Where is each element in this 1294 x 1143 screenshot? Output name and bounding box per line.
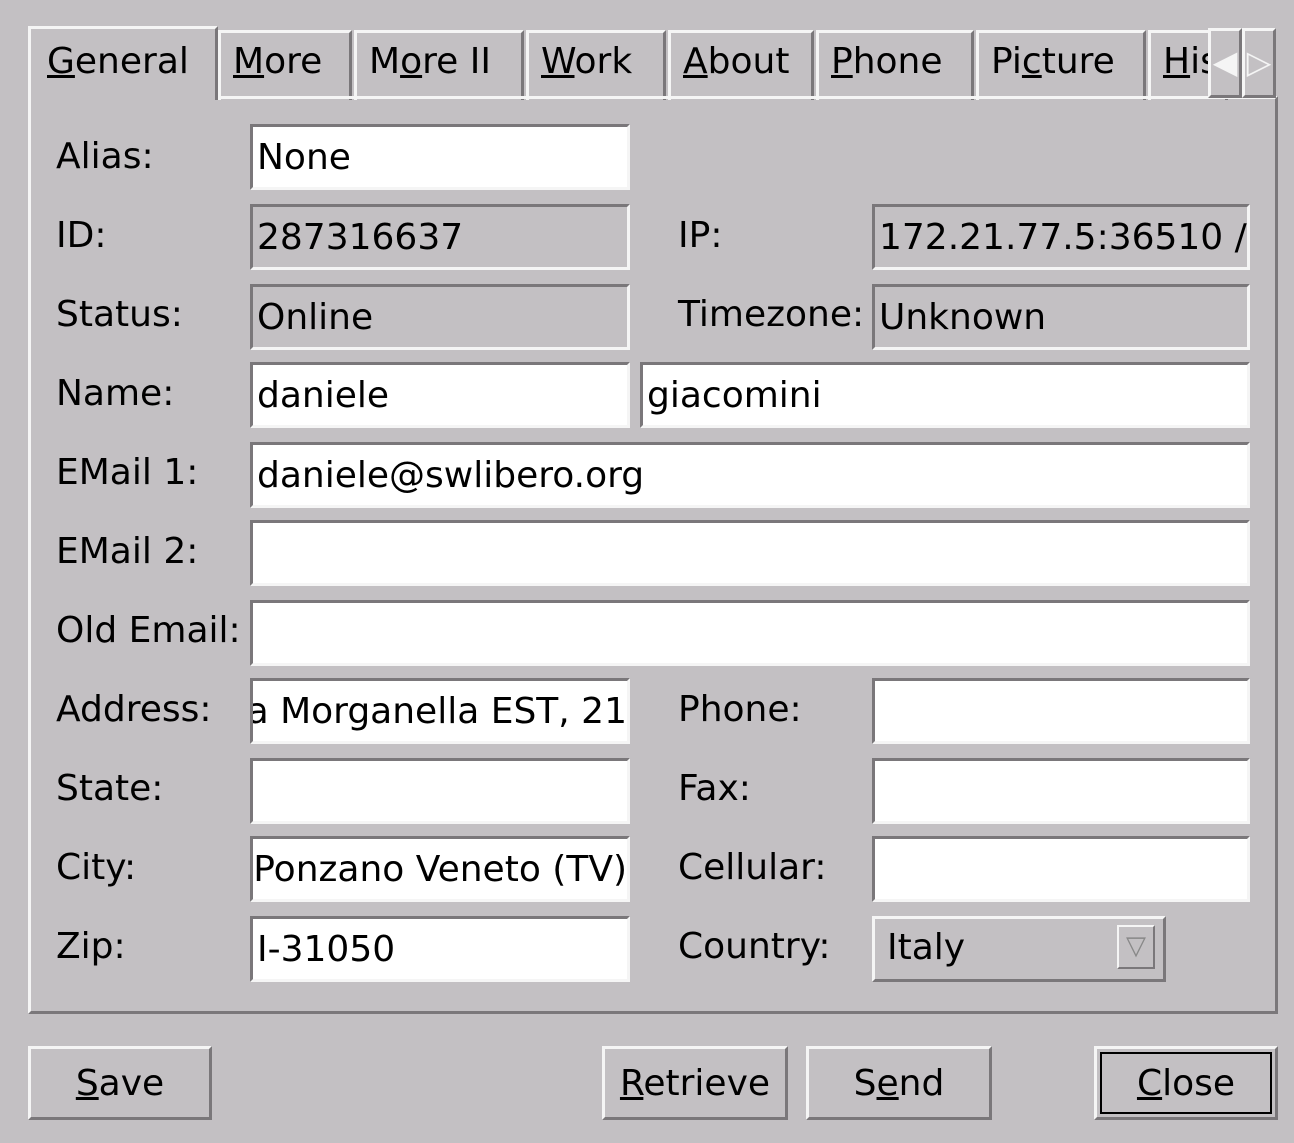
cellular-field[interactable] — [872, 836, 1250, 902]
timezone-field[interactable]: Unknown — [872, 284, 1250, 350]
phone-label: Phone: — [678, 689, 802, 730]
close-button[interactable]: Close — [1094, 1046, 1278, 1120]
email1-label: EMail 1: — [56, 452, 199, 493]
chevron-down-icon[interactable]: ▽ — [1117, 925, 1155, 969]
retrieve-button[interactable]: Retrieve — [602, 1046, 788, 1120]
id-label: ID: — [56, 215, 107, 256]
email2-field[interactable] — [250, 520, 1250, 586]
country-select[interactable]: Italy ▽ — [872, 916, 1166, 982]
zip-field[interactable]: I-31050 — [250, 916, 630, 982]
status-label: Status: — [56, 294, 183, 335]
email1-field[interactable]: daniele@swlibero.org — [250, 442, 1250, 508]
state-field[interactable] — [250, 758, 630, 824]
send-button[interactable]: Send — [806, 1046, 992, 1120]
address-field[interactable]: a Morganella EST, 21 — [250, 678, 630, 744]
city-label: City: — [56, 847, 137, 888]
last-name-field[interactable]: giacomini — [640, 362, 1250, 428]
phone-field[interactable] — [872, 678, 1250, 744]
tab-phone[interactable]: Phone — [816, 30, 974, 100]
fax-field[interactable] — [872, 758, 1250, 824]
state-label: State: — [56, 768, 164, 809]
arrow-right-icon: ▷ — [1246, 43, 1272, 81]
status-field[interactable]: Online — [250, 284, 630, 350]
tab-picture[interactable]: Picture — [976, 30, 1146, 100]
id-field[interactable]: 287316637 — [250, 204, 630, 270]
city-field[interactable]: Ponzano Veneto (TV) — [250, 836, 630, 902]
alias-label: Alias: — [56, 136, 154, 177]
cellular-label: Cellular: — [678, 847, 827, 888]
old-email-field[interactable] — [250, 600, 1250, 666]
name-label: Name: — [56, 373, 175, 414]
tab-about[interactable]: About — [668, 30, 814, 100]
old-email-label: Old Email: — [56, 610, 241, 651]
timezone-label: Timezone: — [678, 294, 865, 335]
save-button[interactable]: Save — [28, 1046, 212, 1120]
alias-field[interactable]: None — [250, 124, 630, 190]
tab-general[interactable]: General — [28, 26, 218, 100]
first-name-field[interactable]: daniele — [250, 362, 630, 428]
tab-scroll-left-button[interactable]: ◀ — [1208, 28, 1242, 98]
zip-label: Zip: — [56, 926, 126, 967]
tab-more[interactable]: More — [218, 30, 352, 100]
country-value: Italy — [887, 927, 966, 968]
tab-work[interactable]: Work — [526, 30, 666, 100]
country-label: Country: — [678, 926, 831, 967]
tab-scroll-right-button[interactable]: ▷ — [1242, 28, 1276, 98]
address-label: Address: — [56, 689, 212, 730]
arrow-left-icon: ◀ — [1212, 43, 1238, 81]
ip-field[interactable]: / 172.21.77.5:36510 — [872, 204, 1250, 270]
fax-label: Fax: — [678, 768, 751, 809]
tab-more-ii[interactable]: More II — [354, 30, 524, 100]
email2-label: EMail 2: — [56, 531, 199, 572]
ip-label: IP: — [678, 215, 723, 256]
